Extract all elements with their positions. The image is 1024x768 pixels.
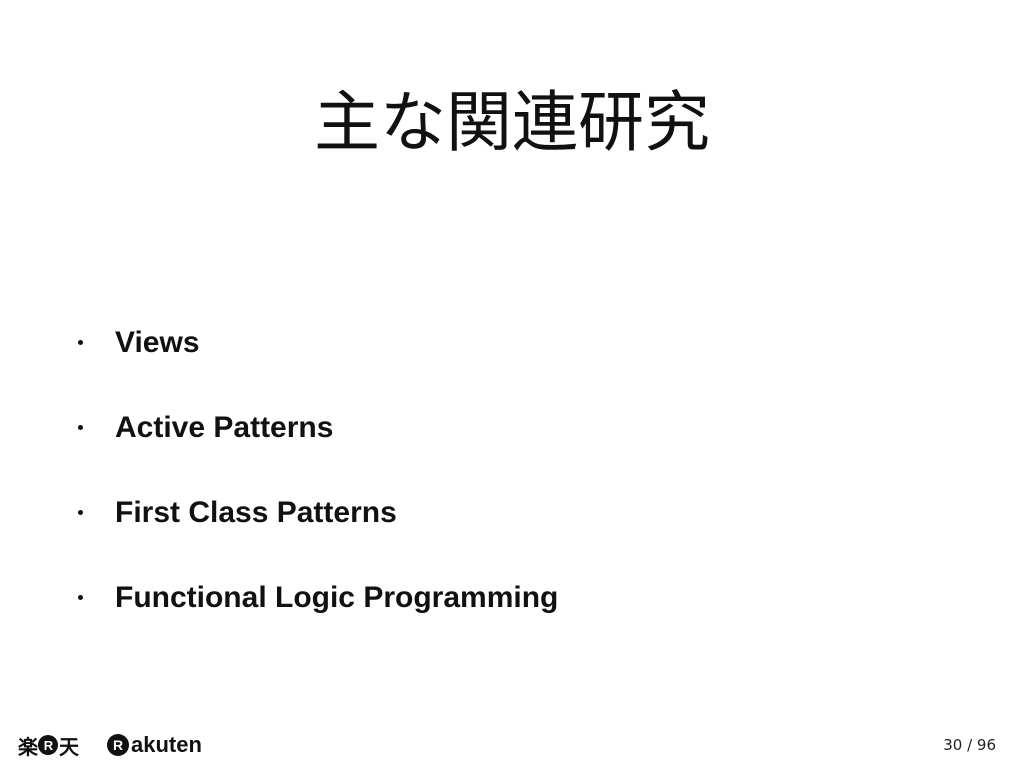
bullet-item: Functional Logic Programming — [78, 555, 558, 640]
bullet-dot-icon — [78, 595, 83, 600]
bullet-item: Views — [78, 300, 558, 385]
bullet-dot-icon — [78, 510, 83, 515]
bullet-item: Active Patterns — [78, 385, 558, 470]
bullet-text: Active Patterns — [115, 410, 334, 444]
wordmark-text: akuten — [131, 732, 202, 757]
bullet-dot-icon — [78, 425, 83, 430]
bullet-text: First Class Patterns — [115, 495, 397, 529]
rakuten-kanji-logo: 楽 R 天 — [18, 731, 79, 760]
bullet-dot-icon — [78, 340, 83, 345]
bullet-list: Views Active Patterns First Class Patter… — [78, 300, 558, 640]
rakuten-wordmark: R akuten — [106, 732, 202, 758]
logo-kanji-ten: 天 — [59, 734, 79, 759]
slide-title: 主な関連研究 — [314, 84, 710, 161]
bullet-item: First Class Patterns — [78, 470, 558, 555]
wordmark-r-circle-icon: R — [107, 734, 129, 756]
logo-kanji-raku: 楽 — [18, 734, 38, 759]
bullet-text: Functional Logic Programming — [115, 580, 559, 614]
slide: 主な関連研究 Views Active Patterns First Class… — [0, 0, 1024, 768]
page-number: 30 / 96 — [943, 736, 996, 754]
bullet-text: Views — [115, 325, 200, 359]
logo-r-circle-icon: R — [38, 735, 58, 755]
rakuten-logo: 楽 R 天 R akuten — [18, 728, 202, 762]
